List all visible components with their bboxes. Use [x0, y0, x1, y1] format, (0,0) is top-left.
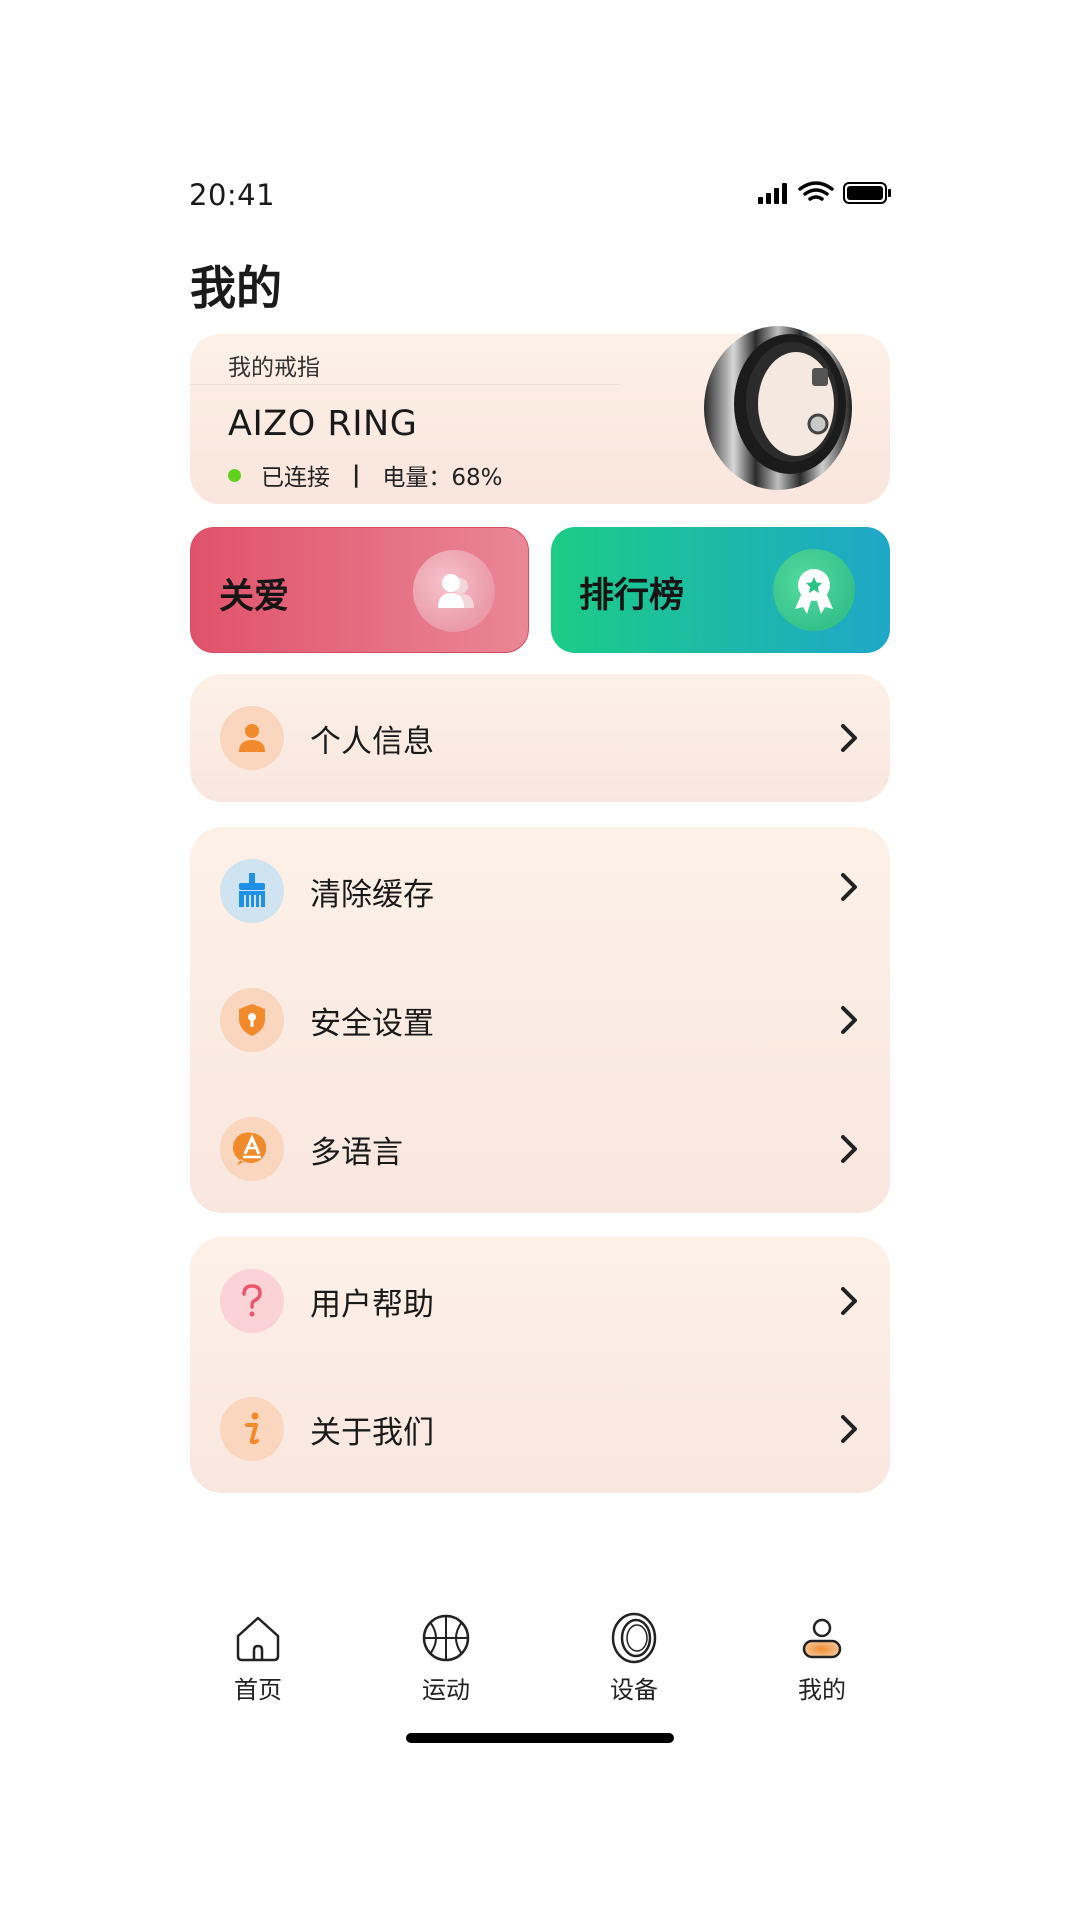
cellular-signal-icon: [758, 183, 787, 204]
chevron-right-icon: [841, 1006, 857, 1034]
wifi-icon: [798, 181, 834, 201]
menu-item-personal-info[interactable]: 个人信息: [190, 674, 890, 802]
chevron-right-icon: [841, 724, 857, 752]
info-icon: [220, 1397, 284, 1461]
menu-group-help: 用户帮助 关于我们: [190, 1237, 890, 1493]
menu-item-clear-cache[interactable]: 清除缓存: [190, 827, 890, 955]
menu-item-language[interactable]: 多语言: [190, 1085, 890, 1213]
battery-icon: [843, 182, 891, 204]
nav-label: 运动: [422, 1676, 470, 1704]
rank-badge-icon: [773, 549, 855, 631]
care-people-icon: [413, 550, 495, 632]
menu-item-label: 关于我们: [310, 1415, 434, 1451]
menu-group-settings: 清除缓存 安全设置 多语言: [190, 827, 890, 1213]
nav-label: 设备: [610, 1676, 658, 1704]
profile-icon: [802, 1618, 842, 1659]
care-tile-label: 关爱: [219, 577, 290, 617]
nav-profile[interactable]: 我的: [762, 1608, 882, 1705]
device-name: AIZO RING: [228, 404, 418, 444]
page-title: 我的: [190, 261, 282, 315]
home-icon: [236, 1616, 280, 1662]
status-icons: [758, 181, 891, 204]
device-card[interactable]: 我的戒指 AIZO RING 已连接 | 电量：68%: [190, 326, 890, 504]
menu-item-label: 清除缓存: [310, 877, 434, 913]
broom-icon: [220, 859, 284, 923]
person-icon: [220, 706, 284, 770]
ring-product-image: [704, 326, 852, 490]
connection-status: 已连接: [261, 465, 330, 491]
rank-tile[interactable]: 排行榜: [551, 527, 890, 653]
status-separator: |: [352, 462, 361, 488]
battery-level: 电量：68%: [382, 465, 503, 491]
nav-label: 首页: [234, 1676, 282, 1704]
menu-item-user-help[interactable]: 用户帮助: [190, 1237, 890, 1365]
basketball-icon: [422, 1614, 470, 1662]
menu-item-label: 多语言: [310, 1135, 403, 1171]
shield-icon: [220, 988, 284, 1052]
chevron-right-icon: [841, 1287, 857, 1315]
rank-tile-label: 排行榜: [579, 576, 685, 616]
care-tile[interactable]: 关爱: [190, 527, 529, 653]
device-section-label: 我的戒指: [228, 355, 320, 381]
nav-sport[interactable]: 运动: [386, 1608, 506, 1705]
device-status: 已连接 | 电量：68%: [228, 458, 503, 492]
nav-label: 我的: [798, 1676, 846, 1704]
language-icon: [220, 1117, 284, 1181]
menu-group-profile: 个人信息: [190, 674, 890, 802]
connection-status-dot: [228, 468, 241, 482]
chevron-right-icon: [841, 1415, 857, 1443]
chevron-right-icon: [841, 873, 857, 901]
menu-item-label: 个人信息: [310, 724, 434, 760]
divider: [190, 384, 620, 385]
menu-item-about-us[interactable]: 关于我们: [190, 1365, 890, 1493]
home-indicator: [406, 1733, 674, 1743]
status-time: 20:41: [189, 178, 276, 212]
chevron-right-icon: [841, 1135, 857, 1163]
menu-item-security-settings[interactable]: 安全设置: [190, 956, 890, 1084]
ring-icon: [611, 1612, 657, 1664]
nav-home[interactable]: 首页: [198, 1608, 318, 1705]
menu-item-label: 用户帮助: [310, 1287, 434, 1323]
question-icon: [220, 1269, 284, 1333]
nav-device[interactable]: 设备: [574, 1608, 694, 1705]
menu-item-label: 安全设置: [310, 1006, 434, 1042]
